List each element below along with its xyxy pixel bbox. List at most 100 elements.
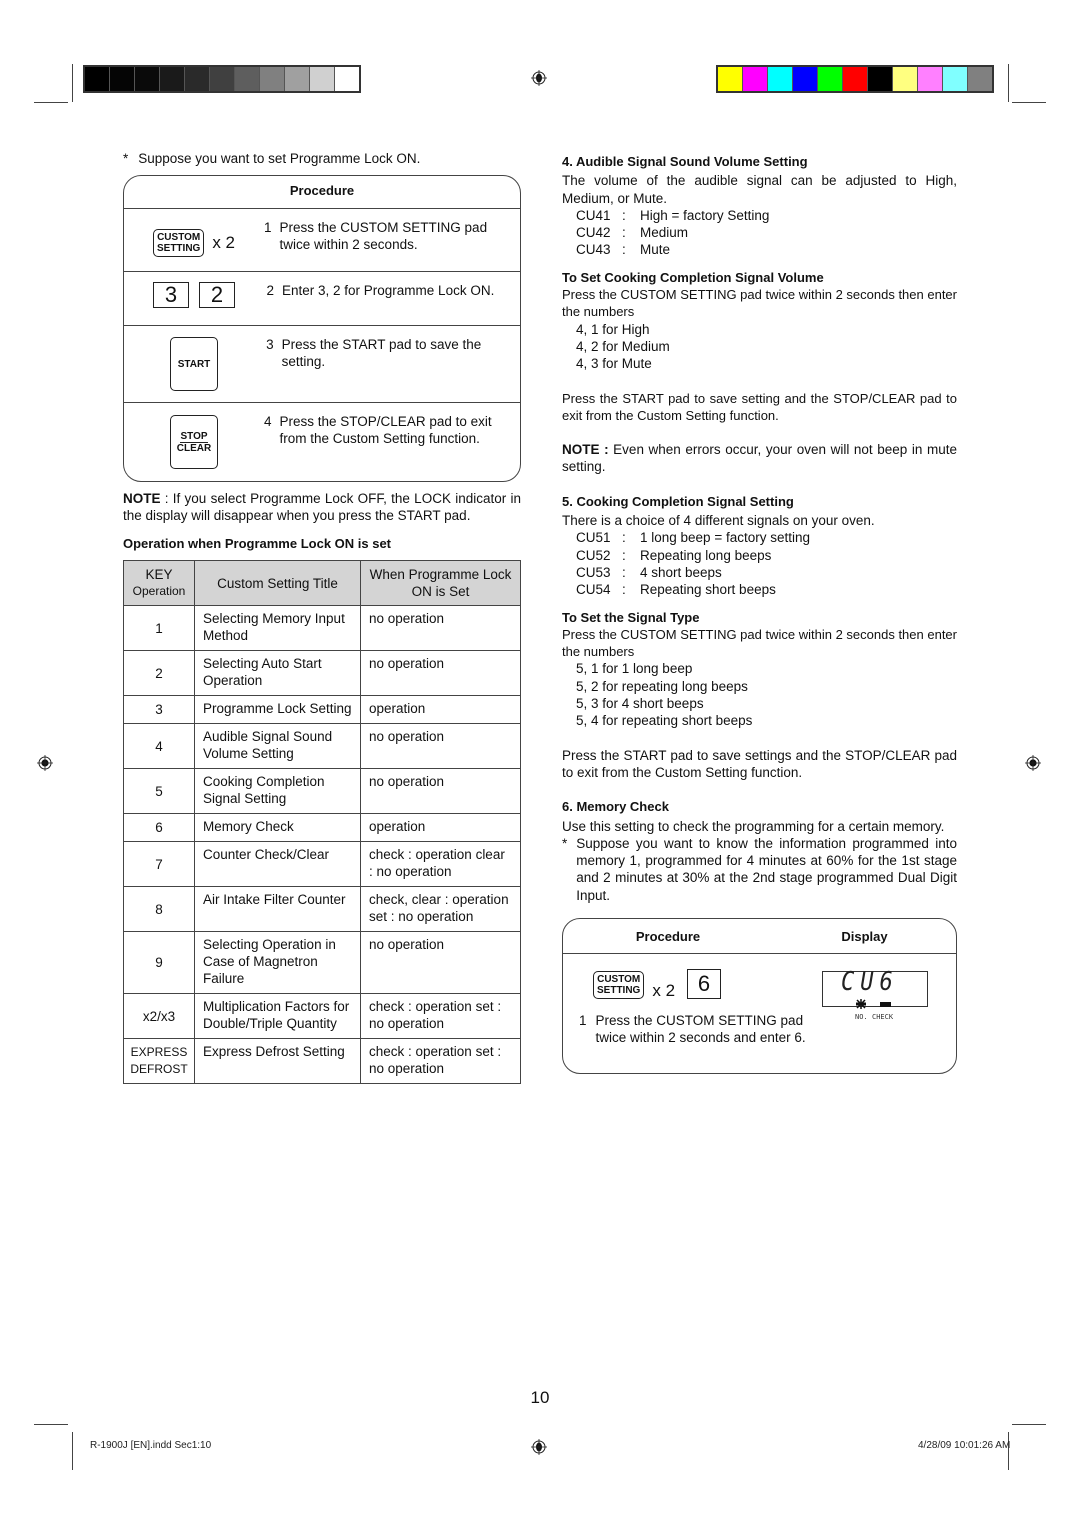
- row-title: Audible Signal Sound Volume Setting: [194, 723, 361, 769]
- grayscale-swatch: [160, 67, 185, 91]
- separator: :: [622, 207, 626, 223]
- table-row: x2/x3 Multiplication Factors for Double/T…: [123, 993, 521, 1039]
- code-desc: Medium: [640, 225, 689, 241]
- lcd-indicators: [856, 998, 891, 1009]
- row-when-locked: operation: [360, 695, 521, 724]
- color-swatch: [918, 67, 943, 91]
- section-6-heading: 6. Memory Check: [562, 799, 669, 815]
- procedure-header: Procedure: [124, 176, 520, 209]
- grayscale-swatch: [285, 67, 310, 91]
- grayscale-swatch: [85, 67, 110, 91]
- intro-line: * Suppose you want to set Programme Lock…: [123, 150, 521, 167]
- signal-type-items: 5, 1 for 1 long beep 5, 2 for repeating l…: [562, 660, 957, 729]
- row-when-locked: check : operation set : no operation: [360, 993, 521, 1039]
- bullet: *: [123, 151, 129, 166]
- row-title: Express Defrost Setting: [194, 1038, 361, 1084]
- crosshair-target-icon: [37, 755, 53, 771]
- number-key-6: 6: [687, 968, 722, 999]
- procedure-header: Procedure: [635, 928, 701, 944]
- row-key: 4: [123, 723, 195, 769]
- table-title: Operation when Programme Lock ON is set: [123, 536, 392, 551]
- signal-type-heading: To Set the Signal Type: [562, 609, 700, 625]
- color-bar: [716, 65, 994, 93]
- row-when-locked: no operation: [360, 931, 521, 994]
- row-title: Memory Check: [194, 813, 361, 842]
- list-item: 4, 3 for Mute: [576, 356, 652, 372]
- crosshair-target-icon: [1025, 755, 1041, 771]
- procedure-step: STOP CLEAR 4 Press the STOP/CLEAR pad to…: [124, 403, 520, 481]
- procedure-step: 3 2 2 Enter 3, 2 for Programme Lock ON.: [124, 272, 520, 326]
- display-header: Display: [841, 928, 888, 944]
- row-title: Multiplication Factors for Double/Triple…: [194, 993, 361, 1039]
- crop-mark: [72, 1432, 73, 1470]
- color-swatch: [818, 67, 843, 91]
- procedure-box: Procedure CUSTOM SETTING x 2 1 Press the…: [123, 175, 521, 482]
- section-5-codes: CU51:1 long beep = factory setting CU52: R…: [562, 529, 957, 598]
- section-5-text: There is a choice of 4 different signals…: [562, 513, 875, 529]
- step-number: 1: [579, 1012, 587, 1028]
- row-when-locked: no operation: [360, 605, 521, 651]
- table-row: 1 Selecting Memory Input Method no operati…: [123, 605, 521, 651]
- list-item: 5, 4 for repeating short beeps: [576, 713, 753, 729]
- section-4-heading: 4. Audible Signal Sound Volume Setting: [562, 154, 808, 169]
- code: CU41: [576, 207, 611, 223]
- code-row: CU41: High = factory Setting: [562, 207, 957, 224]
- step-text: Press the START pad to save the setting.: [281, 337, 482, 369]
- volume-save-text: Press the START pad to save setting and …: [562, 390, 957, 423]
- list-item: 5, 2 for repeating long beeps: [576, 678, 748, 694]
- table-row: 8 Air Intake Filter Counter check, clear :…: [123, 886, 521, 932]
- list-item: 5, 3 for 4 short beeps: [576, 696, 704, 712]
- code-row: CU43: Mute: [562, 241, 957, 258]
- row-when-locked: check : operation set : no operation: [360, 1038, 521, 1084]
- color-swatch: [968, 67, 992, 91]
- code: CU51: [576, 530, 611, 546]
- table-row: 4 Audible Signal Sound Volume Setting no o…: [123, 723, 521, 769]
- code: CU42: [576, 225, 611, 241]
- row-when-locked: no operation: [360, 768, 521, 814]
- row-key: EXPRESS DEFROST: [123, 1038, 195, 1084]
- row-key: 3: [123, 695, 195, 724]
- lcd-text: CU6: [841, 966, 899, 997]
- code-desc: 4 short beeps: [640, 564, 722, 580]
- lcd-check-label: CHECK: [872, 1012, 894, 1021]
- volume-text: Press the CUSTOM SETTING pad twice withi…: [562, 287, 957, 320]
- separator: :: [622, 547, 626, 563]
- code-row: CU54: Repeating short beeps: [562, 581, 957, 598]
- custom-setting-pad: CUSTOM SETTING: [593, 970, 645, 999]
- signal-type-text: Press the CUSTOM SETTING pad twice withi…: [562, 626, 957, 660]
- crop-mark: [72, 64, 73, 102]
- right-column: 4. Audible Signal Sound Volume Setting T…: [562, 153, 957, 1074]
- times-label: x 2: [652, 980, 676, 1000]
- separator: :: [622, 582, 626, 598]
- table-row: 6 Memory Check operation: [123, 813, 521, 842]
- grayscale-swatch: [110, 67, 135, 91]
- table-row: 3 Programme Lock Setting operation: [123, 695, 521, 724]
- stop-clear-pad: STOP CLEAR: [170, 415, 218, 469]
- crop-mark: [34, 1424, 68, 1425]
- grayscale-swatch: [260, 67, 285, 91]
- timestamp-slug: 4/28/09 10:01:26 AM: [918, 1440, 1011, 1451]
- row-title: Counter Check/Clear: [194, 841, 361, 887]
- crosshair-target-icon: [531, 1439, 547, 1455]
- step-number: 4: [264, 414, 272, 429]
- code-row: CU51:1 long beep = factory setting: [562, 529, 957, 546]
- list-item: 4, 2 for Medium: [576, 338, 670, 354]
- times-label: x 2: [212, 233, 236, 252]
- row-title: Programme Lock Setting: [194, 695, 361, 724]
- code-desc: Repeating short beeps: [640, 582, 776, 598]
- color-swatch: [793, 67, 818, 91]
- row-key: 7: [123, 841, 195, 887]
- step-text: Press the STOP/CLEAR pad to exit from th…: [279, 414, 492, 446]
- step-number: 2: [266, 283, 274, 298]
- table-row: 5 Cooking Completion Signal Setting no ope…: [123, 768, 521, 814]
- code-desc: Repeating long beeps: [640, 547, 772, 563]
- code-desc: 1 long beep = factory setting: [640, 530, 810, 546]
- section-4-text: The volume of the audible signal can be …: [562, 173, 957, 206]
- row-key: 6: [123, 813, 195, 842]
- step-number: 3: [266, 337, 274, 352]
- step-number: 1: [264, 220, 272, 235]
- table-header-row: KEY Operation Custom Setting Title When P…: [123, 560, 521, 606]
- row-when-locked: check, clear : operation set : no operat…: [360, 886, 521, 932]
- crosshair-target-icon: [531, 70, 547, 86]
- volume-items: 4, 1 for High 4, 2 for Medium 4, 3 for Mut…: [562, 321, 957, 373]
